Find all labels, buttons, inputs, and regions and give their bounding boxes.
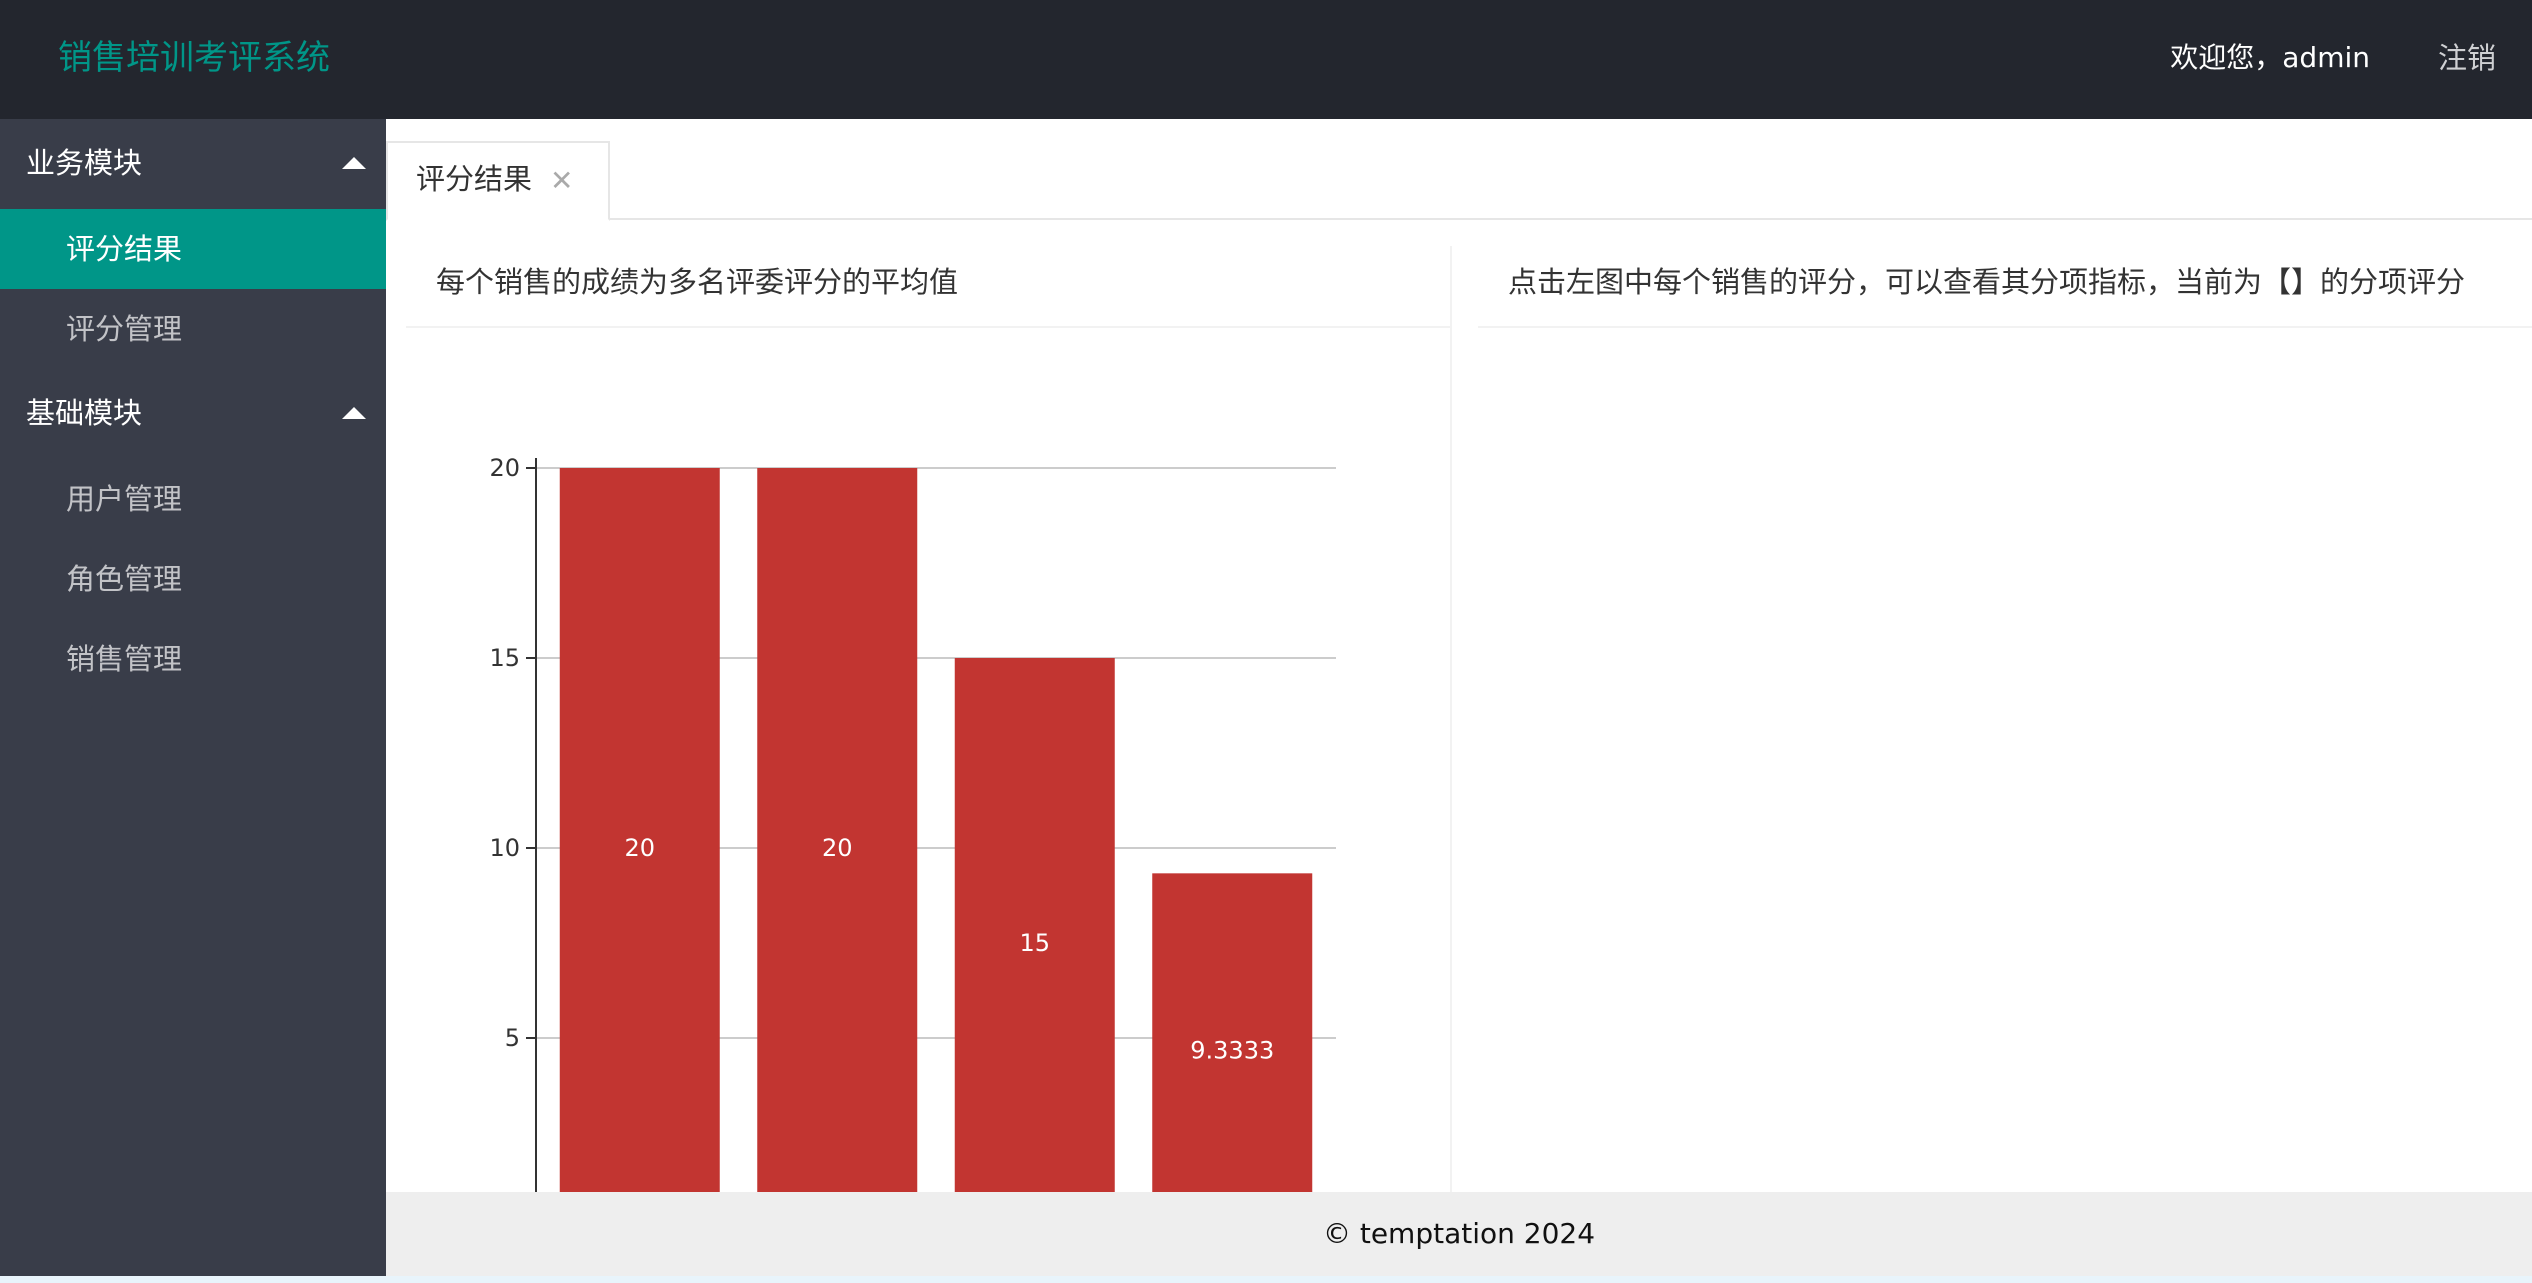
y-tick-label: 10: [489, 834, 520, 862]
bar[interactable]: [954, 658, 1115, 1192]
logout-link[interactable]: 注销: [2438, 38, 2496, 78]
score-bar-chart: 5 10 15 20 20 20 15 9.3333: [489, 454, 1336, 1192]
card-header: 点击左图中每个销售的评分，可以查看其分项指标，当前为【】的分项评分: [1478, 246, 2532, 328]
bar[interactable]: [757, 468, 918, 1192]
card-title: 每个销售的成绩为多名评委评分的平均值: [436, 265, 959, 299]
y-tick-label: 5: [505, 1024, 520, 1052]
top-header: 销售培训考评系统 欢迎您，admin 注销: [0, 0, 2532, 119]
footer: © temptation 2024: [386, 1192, 2532, 1276]
nav-group-label: 基础模块: [26, 396, 143, 430]
sub-score-card: 点击左图中每个销售的评分，可以查看其分项指标，当前为【】的分项评分: [1478, 246, 2532, 1192]
sidebar-item-score-management[interactable]: 评分管理: [0, 289, 386, 369]
caret-up-icon: [342, 157, 366, 169]
sidebar-item-sales-management[interactable]: 销售管理: [0, 619, 386, 699]
bar[interactable]: [1152, 873, 1313, 1192]
bottom-strip: [0, 1276, 2532, 1283]
app-title: 销售培训考评系统: [58, 38, 330, 78]
sidebar-item-label: 角色管理: [66, 562, 183, 596]
sidebar-item-label: 用户管理: [66, 482, 183, 516]
tab-bar: 评分结果 ✕: [386, 119, 2532, 221]
nav-group-label: 业务模块: [26, 146, 143, 180]
sidebar-item-role-management[interactable]: 角色管理: [0, 539, 386, 619]
welcome-text: 欢迎您，admin: [2170, 41, 2370, 74]
bar[interactable]: [559, 468, 720, 1192]
sidebar-item-label: 评分管理: [66, 312, 183, 346]
bar-value-label: 20: [822, 834, 853, 862]
bar-value-label: 9.3333: [1190, 1037, 1274, 1065]
tab-label: 评分结果: [416, 162, 533, 196]
bar-value-label: 15: [1019, 929, 1050, 957]
card-header: 每个销售的成绩为多名评委评分的平均值: [406, 246, 1450, 328]
sidebar: 业务模块 评分结果 评分管理 基础模块 用户管理 角色管理 销售管理: [0, 119, 386, 1283]
copyright-text: © temptation 2024: [1322, 1217, 1596, 1250]
y-tick-label: 20: [489, 454, 520, 482]
y-tick-label: 15: [489, 644, 520, 672]
nav-group-basic[interactable]: 基础模块: [0, 369, 386, 459]
bar-value-label: 20: [624, 834, 655, 862]
close-icon[interactable]: ✕: [550, 161, 573, 201]
sidebar-item-score-results[interactable]: 评分结果: [0, 209, 386, 289]
tab-score-results[interactable]: 评分结果 ✕: [386, 141, 610, 221]
nav-group-business[interactable]: 业务模块: [0, 119, 386, 209]
sidebar-item-label: 销售管理: [66, 642, 183, 676]
card-title: 点击左图中每个销售的评分，可以查看其分项指标，当前为【】的分项评分: [1508, 265, 2466, 299]
caret-up-icon: [342, 407, 366, 419]
sidebar-item-label: 评分结果: [66, 232, 183, 266]
sidebar-item-user-management[interactable]: 用户管理: [0, 459, 386, 539]
